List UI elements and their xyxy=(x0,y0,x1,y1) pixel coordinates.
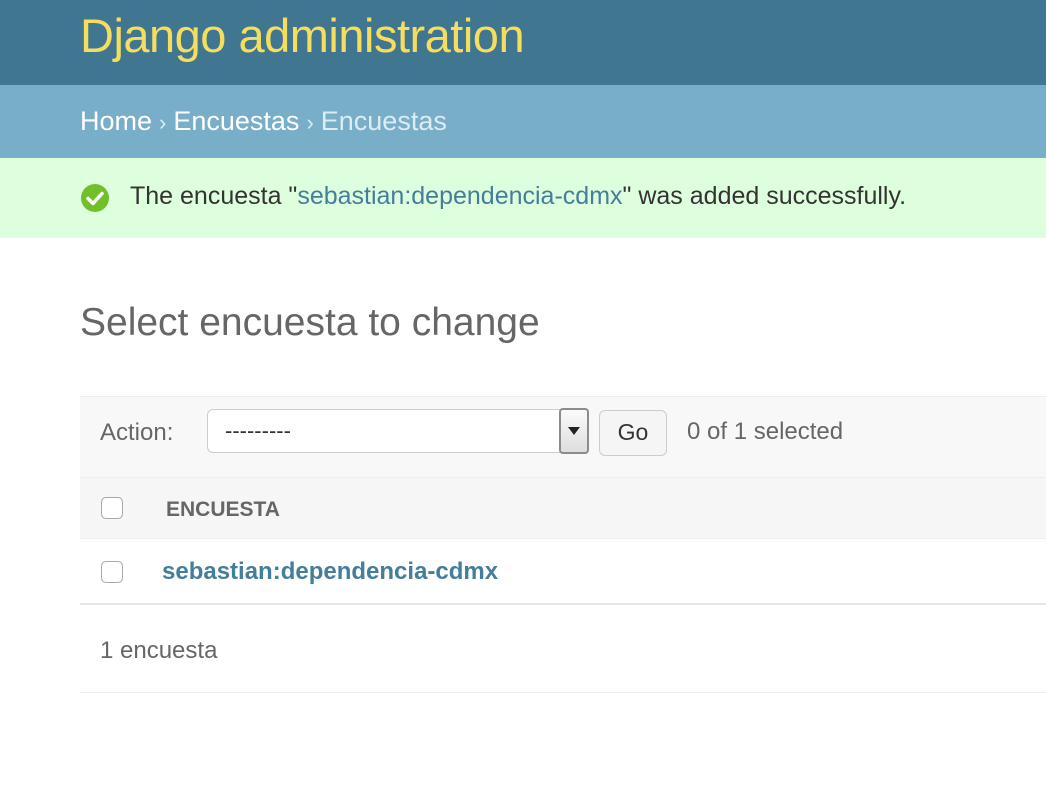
go-button[interactable]: Go xyxy=(599,410,667,456)
encuesta-link[interactable]: sebastian:dependencia-cdmx xyxy=(162,558,498,586)
action-select[interactable]: --------- xyxy=(207,408,589,454)
chevron-down-icon[interactable] xyxy=(559,408,589,454)
success-message-text: The encuesta "sebastian:dependencia-cdmx… xyxy=(130,180,906,212)
message-object-link[interactable]: sebastian:dependencia-cdmx xyxy=(297,182,622,210)
table-header: Encuesta xyxy=(80,477,1046,539)
row-checkbox[interactable] xyxy=(101,561,123,583)
header: Django administration xyxy=(0,0,1046,85)
column-header-encuesta[interactable]: Encuesta xyxy=(166,498,280,522)
site-title[interactable]: Django administration xyxy=(80,6,525,66)
select-all-checkbox[interactable] xyxy=(101,497,123,519)
action-select-value: --------- xyxy=(225,418,291,443)
actions-bar: Action: --------- Go 0 of 1 selected xyxy=(80,396,1046,477)
message-prefix: The encuesta " xyxy=(130,182,298,210)
breadcrumb-app-link[interactable]: Encuestas xyxy=(173,106,299,136)
breadcrumb-trail: Home › Encuestas › Encuestas xyxy=(80,105,447,139)
paginator: 1 encuesta xyxy=(80,606,1046,693)
breadcrumb-current: Encuestas xyxy=(320,106,447,136)
message-suffix: " was added successfully. xyxy=(622,182,907,210)
breadcrumb-home-link[interactable]: Home xyxy=(80,106,152,136)
result-count: 1 encuesta xyxy=(100,637,218,664)
check-circle-icon xyxy=(81,184,109,212)
breadcrumb-separator: › xyxy=(306,110,314,135)
breadcrumb-separator: › xyxy=(159,110,167,135)
page-title: Select encuesta to change xyxy=(80,301,540,344)
success-message: The encuesta "sebastian:dependencia-cdmx… xyxy=(0,158,1046,238)
action-counter: 0 of 1 selected xyxy=(687,418,844,445)
breadcrumb: Home › Encuestas › Encuestas xyxy=(0,85,1046,158)
table-row: sebastian:dependencia-cdmx xyxy=(80,539,1046,605)
action-label: Action: xyxy=(100,419,174,446)
